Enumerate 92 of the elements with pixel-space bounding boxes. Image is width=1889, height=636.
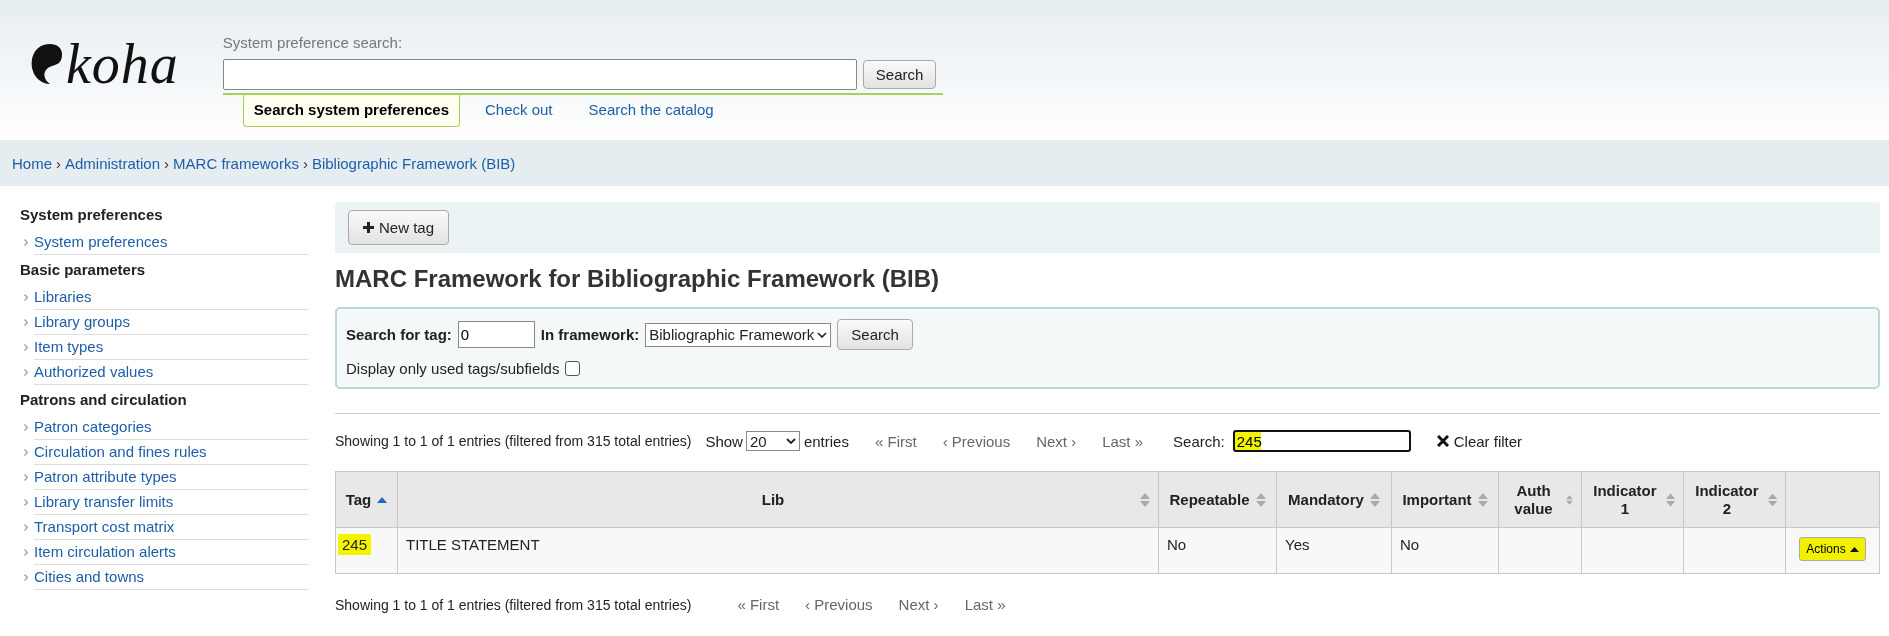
sidebar-link[interactable]: Cities and towns	[34, 565, 308, 590]
sidebar-heading: Patrons and circulation	[20, 391, 188, 408]
caret-icon	[785, 438, 796, 444]
tag-label: Search for tag:	[346, 326, 452, 343]
page-title: MARC Framework for Bibliographic Framework (BIB)	[335, 265, 941, 293]
pager-link[interactable]: Last »	[964, 596, 1006, 613]
search-label: System preference search:	[222, 34, 404, 51]
breadcrumb-link[interactable]: Administration	[65, 154, 161, 172]
sidebar-link[interactable]: Circulation and fines rules	[34, 440, 308, 465]
sort-icon	[1566, 492, 1573, 507]
pager-link[interactable]: ‹ Previous	[942, 432, 1011, 450]
breadcrumb-separator: ›	[302, 154, 308, 172]
breadcrumb-separator: ›	[164, 154, 170, 172]
pager-link[interactable]: Last »	[1102, 432, 1144, 450]
clear-filter-button[interactable]: Clear filter	[1436, 432, 1523, 450]
header-tab[interactable]: Check out	[474, 95, 564, 127]
sidebar-link[interactable]: Transport cost matrix	[34, 515, 308, 540]
actions-button[interactable]: Actions	[1799, 537, 1866, 561]
chevron-icon	[24, 344, 28, 351]
table-cell: 245	[335, 527, 398, 574]
close-icon	[1436, 435, 1449, 447]
caret-icon	[1849, 546, 1859, 552]
column-header[interactable]: Indicator 2	[1683, 471, 1786, 528]
table-cell: No	[1391, 527, 1499, 574]
pager-link[interactable]: Next ›	[898, 596, 939, 613]
sort-icon	[1477, 492, 1488, 507]
column-header[interactable]: Lib	[397, 471, 1159, 528]
column-header[interactable]: Auth value	[1498, 471, 1582, 528]
entries-summary: Showing 1 to 1 of 1 entries (filtered from 315 total entries)	[335, 433, 692, 449]
header-tab[interactable]: Search system preferences	[242, 95, 460, 127]
sidebar-link[interactable]: Patron categories	[34, 415, 308, 440]
entries-label: entries	[803, 432, 849, 450]
sidebar-link[interactable]: System preferences	[34, 230, 308, 255]
chevron-icon	[24, 549, 28, 556]
sidebar-link[interactable]: Item circulation alerts	[34, 540, 308, 565]
header-tab[interactable]: Search the catalog	[577, 95, 725, 127]
table-cell: TITLE STATEMENT	[397, 527, 1159, 574]
column-header[interactable]: Mandatory	[1276, 471, 1392, 528]
chevron-icon	[24, 319, 28, 326]
sort-ascending-icon	[377, 496, 388, 503]
sidebar-link[interactable]: Authorized values	[34, 360, 308, 385]
framework-select[interactable]: Bibliographic Framework	[645, 322, 832, 347]
caret-icon	[817, 331, 828, 338]
search-button[interactable]: Search	[862, 60, 937, 89]
used-only-label: Display only used tags/subfields	[346, 360, 560, 377]
breadcrumb-link[interactable]: Home	[12, 154, 52, 172]
sidebar-link[interactable]: Libraries	[34, 285, 308, 310]
breadcrumb-link[interactable]: MARC frameworks	[173, 154, 299, 172]
search-button[interactable]: Search	[837, 319, 913, 350]
entries-summary: Showing 1 to 1 of 1 entries (filtered from 315 total entries)	[335, 596, 692, 613]
framework-label: In framework:	[540, 326, 640, 343]
plus-icon	[363, 222, 374, 233]
sidebar-link[interactable]: Library groups	[34, 310, 308, 335]
sidebar-link[interactable]: Library transfer limits	[34, 490, 308, 515]
table-cell: No	[1158, 527, 1277, 574]
chevron-icon	[24, 294, 28, 301]
chevron-icon	[24, 424, 28, 431]
new-tag-button[interactable]: New tag	[348, 210, 450, 245]
sidebar-heading: System preferences	[20, 206, 164, 223]
chevron-icon	[24, 474, 28, 481]
chevron-icon	[24, 369, 28, 376]
chevron-icon	[24, 524, 28, 531]
table-cell: Yes	[1276, 527, 1392, 574]
chevron-icon	[24, 449, 28, 456]
sort-icon	[1140, 492, 1150, 507]
koha-logo[interactable]: koha	[28, 32, 179, 96]
pager-link[interactable]: « First	[737, 596, 780, 613]
column-header[interactable]: Important	[1391, 471, 1499, 528]
sort-icon	[1369, 492, 1380, 507]
sort-icon	[1255, 492, 1266, 507]
sort-icon	[1665, 492, 1675, 507]
sidebar-link[interactable]: Item types	[34, 335, 308, 360]
pager-link[interactable]: ‹ Previous	[805, 596, 873, 613]
chevron-icon	[24, 239, 28, 246]
preference-search-field[interactable]	[222, 59, 857, 90]
sidebar-heading: Basic parameters	[20, 261, 147, 278]
breadcrumb-separator: ›	[56, 154, 61, 172]
show-label: Show	[705, 432, 743, 450]
column-header[interactable]: Indicator 1	[1581, 471, 1684, 528]
sidebar-link[interactable]: Patron attribute types	[34, 465, 308, 490]
pager-link[interactable]: Next ›	[1036, 432, 1077, 450]
search-label: Search:	[1173, 432, 1225, 450]
used-only-checkbox[interactable]	[565, 361, 581, 376]
tag-field[interactable]: 0	[457, 321, 535, 348]
pager-link[interactable]: « First	[874, 432, 917, 450]
breadcrumb-link[interactable]: Bibliographic Framework (BIB)	[311, 154, 516, 172]
column-header[interactable]: Tag	[335, 471, 398, 528]
chevron-icon	[24, 499, 28, 506]
column-header[interactable]: Repeatable	[1158, 471, 1277, 528]
page-size-select[interactable]: 20	[745, 431, 800, 451]
chevron-icon	[24, 574, 28, 581]
sort-icon	[1767, 492, 1777, 507]
